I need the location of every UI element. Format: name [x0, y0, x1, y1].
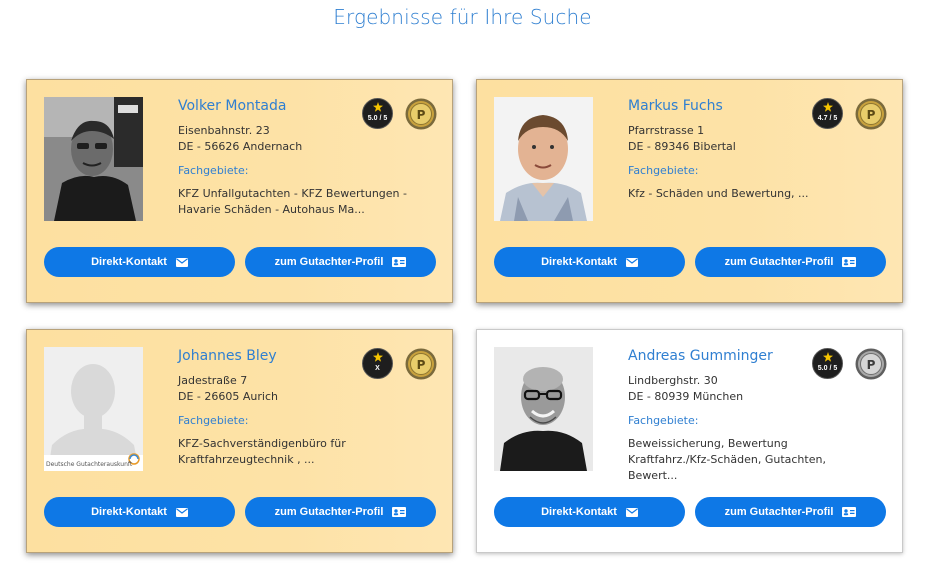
button-label: Direkt-Kontakt — [91, 506, 167, 518]
id-card-icon — [392, 507, 407, 517]
expert-card: Volker Montada Eisenbahnstr. 23 DE - 566… — [26, 79, 453, 303]
expert-card: Markus Fuchs Pfarrstrasse 1 DE - 89346 B… — [476, 79, 903, 303]
rating-value: 5.0 / 5 — [367, 115, 388, 122]
fachgebiete-label: Fachgebiete: — [628, 164, 699, 177]
fachgebiete-label: Fachgebiete: — [178, 414, 249, 427]
photo-watermark: Deutsche Gutachterauskunft — [46, 461, 133, 468]
direkt-kontakt-button[interactable]: Direkt-Kontakt — [494, 497, 685, 527]
button-label: zum Gutachter-Profil — [724, 506, 834, 518]
expert-city: DE - 26605 Aurich — [178, 390, 278, 403]
expert-photo[interactable] — [44, 97, 143, 221]
star-icon — [373, 102, 383, 112]
expert-city: DE - 80939 München — [628, 390, 744, 403]
expert-address: Pfarrstrasse 1 DE - 89346 Bibertal — [628, 123, 736, 155]
expert-city: DE - 89346 Bibertal — [628, 140, 736, 153]
button-label: zum Gutachter-Profil — [274, 256, 384, 268]
fachgebiete-text: KFZ-Sachverständigenbüro für Kraftfahrze… — [178, 437, 346, 466]
premium-p-icon: P — [855, 348, 887, 380]
gutachter-profil-button[interactable]: zum Gutachter-Profil — [695, 247, 886, 277]
svg-text:P: P — [867, 108, 876, 122]
id-card-icon — [842, 257, 857, 267]
expert-address: Eisenbahnstr. 23 DE - 56626 Andernach — [178, 123, 302, 155]
fachgebiete-label: Fachgebiete: — [628, 414, 699, 427]
expert-street: Jadestraße 7 — [178, 374, 248, 387]
id-card-icon — [842, 507, 857, 517]
svg-text:P: P — [417, 108, 426, 122]
expert-card: Andreas Gumminger Lindberghstr. 30 DE - … — [476, 329, 903, 553]
button-label: zum Gutachter-Profil — [724, 256, 834, 268]
rating-value: 5.0 / 5 — [817, 365, 838, 372]
rating-badge: X — [362, 348, 393, 379]
expert-city: DE - 56626 Andernach — [178, 140, 303, 153]
fachgebiete-text: Beweissicherung, Bewertung Kraftfahrz./K… — [628, 437, 826, 482]
direkt-kontakt-button[interactable]: Direkt-Kontakt — [494, 247, 685, 277]
fachgebiete-text: Kfz - Schäden und Bewertung, ... — [628, 187, 809, 200]
premium-p-icon: P — [405, 348, 437, 380]
premium-p-icon: P — [855, 98, 887, 130]
button-label: Direkt-Kontakt — [541, 256, 617, 268]
expert-name[interactable]: Markus Fuchs — [628, 98, 723, 114]
button-label: Direkt-Kontakt — [541, 506, 617, 518]
expert-name[interactable]: Volker Montada — [178, 98, 286, 114]
rating-badge: 5.0 / 5 — [812, 348, 843, 379]
expert-address: Lindberghstr. 30 DE - 80939 München — [628, 373, 743, 405]
expert-street: Lindberghstr. 30 — [628, 374, 718, 387]
expert-card: Deutsche Gutachterauskunft Johannes Bley… — [26, 329, 453, 553]
direkt-kontakt-button[interactable]: Direkt-Kontakt — [44, 247, 235, 277]
id-card-icon — [392, 257, 407, 267]
star-icon — [823, 102, 833, 112]
rating-value: X — [375, 365, 380, 372]
expert-street: Eisenbahnstr. 23 — [178, 124, 270, 137]
fachgebiete-label: Fachgebiete: — [178, 164, 249, 177]
direkt-kontakt-button[interactable]: Direkt-Kontakt — [44, 497, 235, 527]
expert-photo[interactable]: Deutsche Gutachterauskunft — [44, 347, 143, 471]
page-title: Ergebnisse für Ihre Suche — [333, 5, 592, 29]
envelope-icon — [625, 507, 638, 517]
premium-p-icon: P — [405, 98, 437, 130]
fachgebiete-text: KFZ Unfallgutachten - KFZ Bewertungen - … — [178, 187, 407, 216]
svg-text:P: P — [867, 358, 876, 372]
button-label: Direkt-Kontakt — [91, 256, 167, 268]
expert-address: Jadestraße 7 DE - 26605 Aurich — [178, 373, 278, 405]
rating-badge: 5.0 / 5 — [362, 98, 393, 129]
expert-photo[interactable] — [494, 97, 593, 221]
gutachter-profil-button[interactable]: zum Gutachter-Profil — [245, 497, 436, 527]
envelope-icon — [175, 507, 188, 517]
button-label: zum Gutachter-Profil — [274, 506, 384, 518]
expert-street: Pfarrstrasse 1 — [628, 124, 705, 137]
rating-value: 4.7 / 5 — [817, 115, 838, 122]
rating-badge: 4.7 / 5 — [812, 98, 843, 129]
expert-photo[interactable] — [494, 347, 593, 471]
expert-name[interactable]: Johannes Bley — [178, 348, 277, 364]
star-icon — [373, 352, 383, 362]
expert-name[interactable]: Andreas Gumminger — [628, 348, 773, 364]
svg-text:P: P — [417, 358, 426, 372]
envelope-icon — [625, 257, 638, 267]
star-icon — [823, 352, 833, 362]
envelope-icon — [175, 257, 188, 267]
gutachter-profil-button[interactable]: zum Gutachter-Profil — [245, 247, 436, 277]
gutachter-profil-button[interactable]: zum Gutachter-Profil — [695, 497, 886, 527]
